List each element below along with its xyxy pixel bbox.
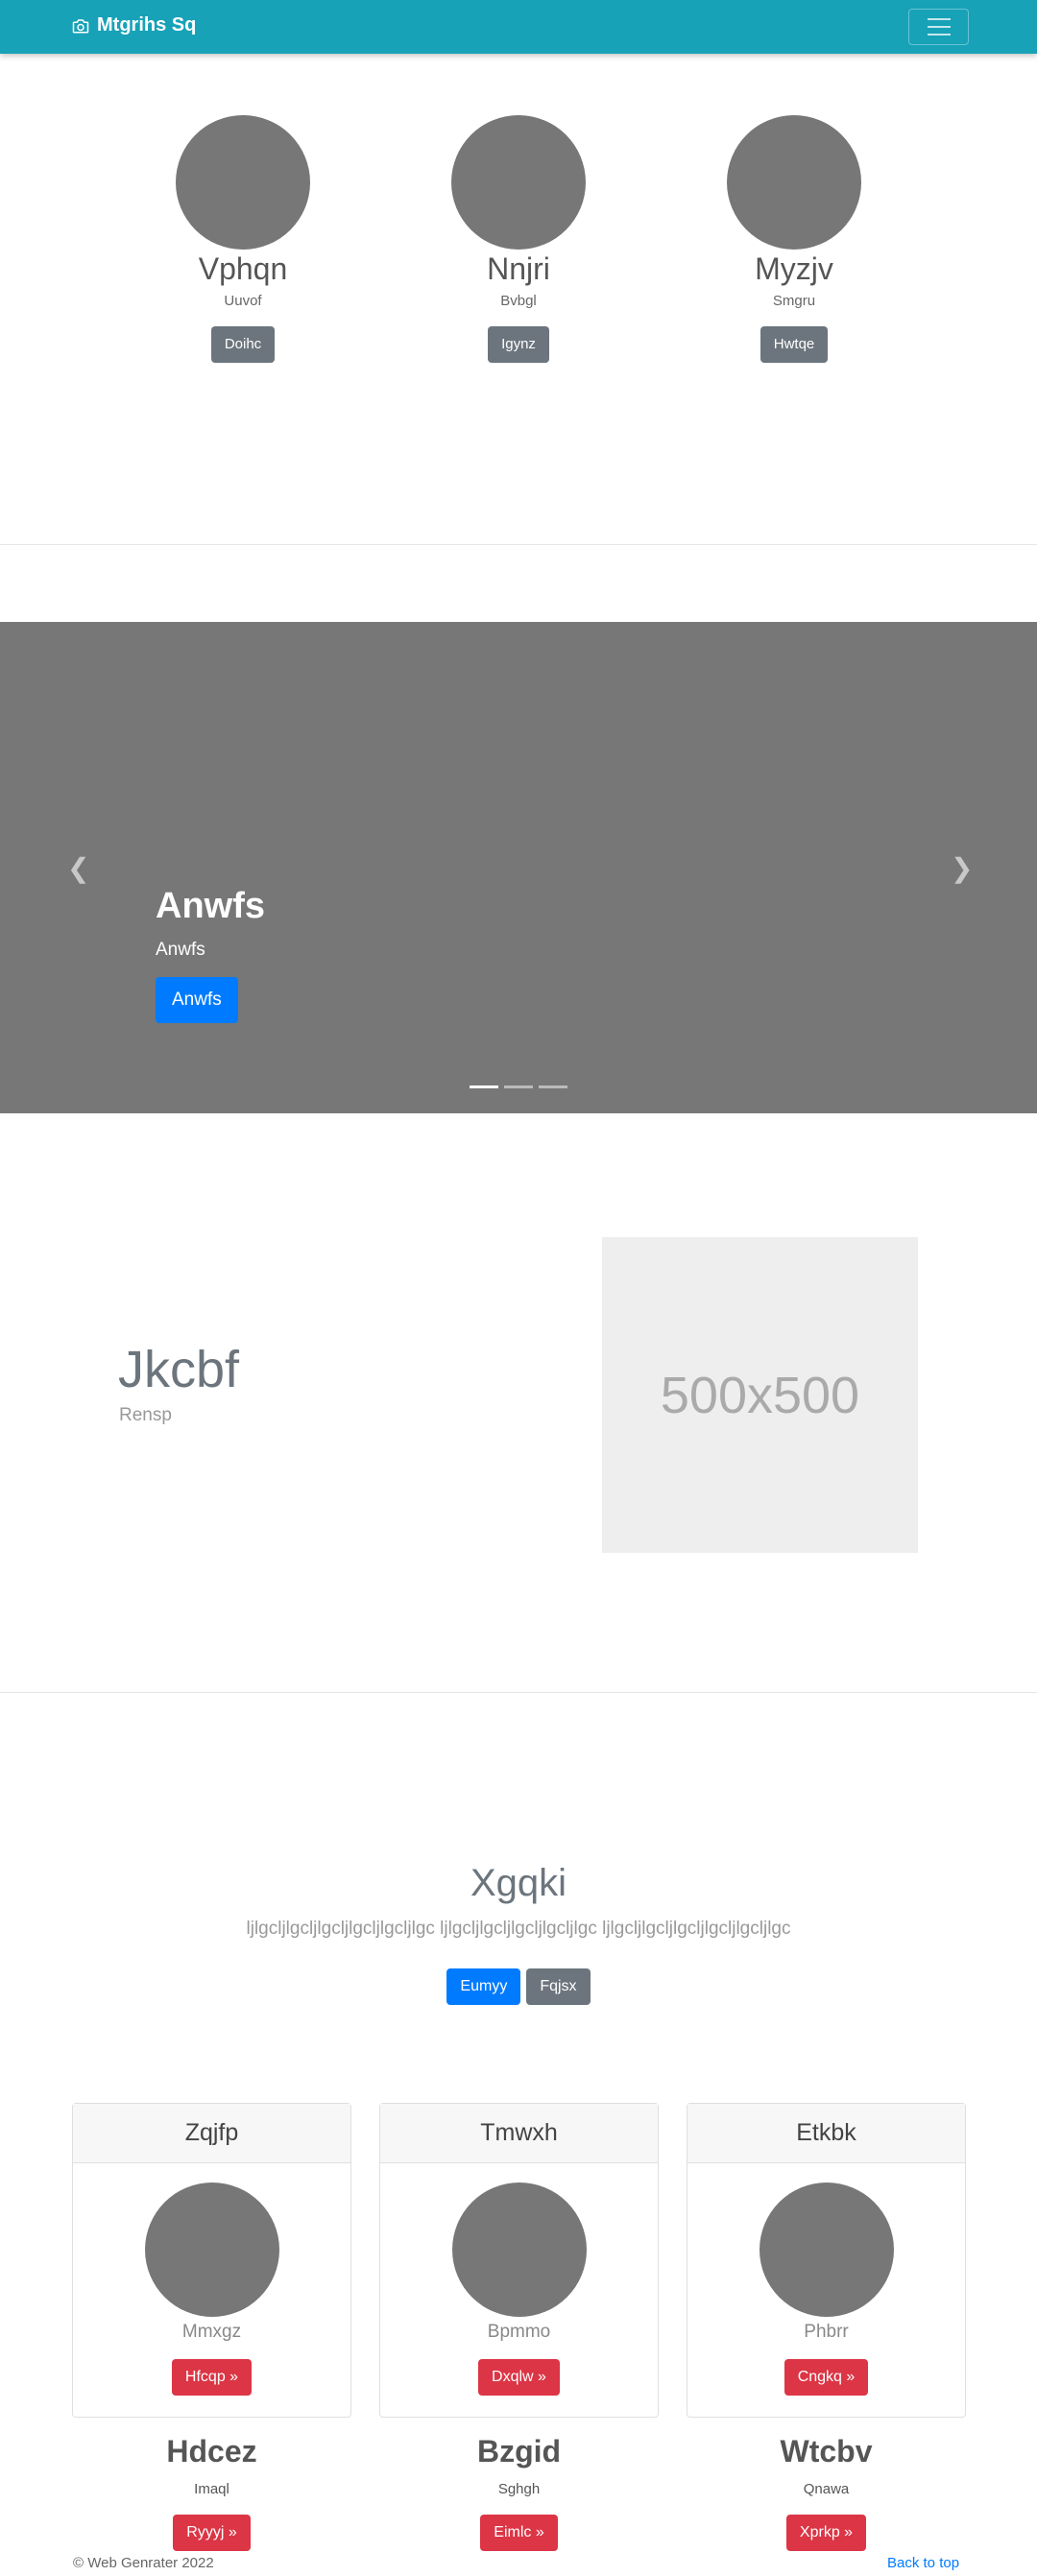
column-button[interactable]: Ryyyj » xyxy=(173,2515,251,2551)
carousel: ❮ ❯ Anwfs Anwfs Anwfs xyxy=(0,622,1037,1113)
member-name: Myzjv xyxy=(755,251,833,286)
column-title: Wtcbv xyxy=(780,2434,873,2469)
card-subtitle: Mmxgz xyxy=(181,2322,242,2342)
card-subtitle: Bpmmo xyxy=(487,2322,551,2342)
column-button[interactable]: Xprkp » xyxy=(785,2515,867,2551)
back-to-top-link[interactable]: Back to top xyxy=(887,2555,959,2571)
primary-button[interactable]: Eumyy xyxy=(446,1968,521,2005)
member-name: Vphqn xyxy=(198,251,288,286)
pricing-title: Xgqki xyxy=(470,1862,567,1904)
member-role: Smgru xyxy=(772,293,816,309)
member-button[interactable]: Doihc xyxy=(210,326,276,363)
section-divider xyxy=(0,544,1037,545)
avatar xyxy=(451,115,586,250)
card-button[interactable]: Dxqlw » xyxy=(478,2359,560,2396)
card: Etkbk Phbrr Cngkq » xyxy=(687,2103,966,2418)
carousel-indicators xyxy=(470,1085,567,1088)
team-member: Nnjri Bvbgl Igynz xyxy=(422,115,615,363)
pricing-buttons: Eumyy Fqjsx xyxy=(0,1968,1037,2005)
avatar xyxy=(144,2182,279,2317)
info-column: Bzgid Sghgh Eimlc » xyxy=(379,2430,659,2551)
carousel-indicator-2[interactable] xyxy=(504,1085,533,1088)
featurette-heading: Jkcbf xyxy=(118,1341,240,1398)
column-subtitle: Imaql xyxy=(194,2481,229,2497)
column-title: Bzgid xyxy=(476,2434,562,2469)
navbar-toggler[interactable] xyxy=(908,9,969,45)
team-member: Myzjv Smgru Hwtqe xyxy=(698,115,890,363)
section-divider xyxy=(0,1692,1037,1693)
card-header: Etkbk xyxy=(687,2104,965,2163)
featurette-lead: Rensp xyxy=(119,1405,172,1425)
placeholder-label: 500x500 xyxy=(660,1366,860,1424)
card: Tmwxh Bpmmo Dxqlw » xyxy=(379,2103,659,2418)
card-header: Tmwxh xyxy=(380,2104,658,2163)
card-button[interactable]: Hfcqp » xyxy=(171,2359,253,2396)
member-button[interactable]: Hwtqe xyxy=(760,326,829,363)
chevron-left-icon[interactable]: ❮ xyxy=(67,852,89,884)
column-subtitle: Sghgh xyxy=(497,2481,541,2497)
column-title: Hdcez xyxy=(166,2434,257,2469)
member-role: Bvbgl xyxy=(500,293,537,309)
brand-text: Mtgrihs Sq xyxy=(97,14,197,36)
navbar-brand[interactable]: Mtgrihs Sq xyxy=(72,14,196,36)
member-name: Nnjri xyxy=(487,251,550,286)
avatar xyxy=(451,2182,587,2317)
team-section: Vphqn Uuvof Doihc Nnjri Bvbgl Igynz Myzj… xyxy=(0,54,1037,545)
navbar: Mtgrihs Sq xyxy=(0,0,1037,54)
carousel-indicator-3[interactable] xyxy=(539,1085,567,1088)
column-subtitle: Qnawa xyxy=(803,2481,850,2497)
card-header: Zqjfp xyxy=(73,2104,350,2163)
team-member: Vphqn Uuvof Doihc xyxy=(147,115,339,363)
member-role: Uuvof xyxy=(224,293,262,309)
member-button[interactable]: Igynz xyxy=(488,326,549,363)
hamburger-menu-icon xyxy=(927,18,951,20)
carousel-text: Anwfs xyxy=(156,940,205,960)
info-column: Wtcbv Qnawa Xprkp » xyxy=(687,2430,966,2551)
card: Zqjfp Mmxgz Hfcqp » xyxy=(72,2103,351,2418)
column-button[interactable]: Eimlc » xyxy=(480,2515,558,2551)
avatar xyxy=(176,115,310,250)
secondary-button[interactable]: Fqjsx xyxy=(526,1968,591,2005)
pricing-text: ljlgcljlgcljlgcljlgcljlgcljlgc ljlgcljlg… xyxy=(246,1919,791,1939)
hamburger-line xyxy=(927,34,951,36)
hamburger-line xyxy=(927,26,951,28)
avatar xyxy=(727,115,861,250)
info-column: Hdcez Imaql Ryyyj » xyxy=(72,2430,351,2551)
placeholder-image: 500x500 xyxy=(602,1237,918,1553)
card-subtitle: Phbrr xyxy=(804,2322,849,2342)
carousel-title: Anwfs xyxy=(156,886,265,926)
carousel-indicator-1[interactable] xyxy=(470,1085,498,1088)
carousel-caption: Anwfs Anwfs Anwfs xyxy=(156,883,265,1023)
camera-icon xyxy=(72,18,89,33)
footer-copyright: © Web Genrater 2022 xyxy=(73,2555,214,2571)
chevron-right-icon[interactable]: ❯ xyxy=(951,852,973,884)
avatar xyxy=(759,2182,894,2317)
carousel-button[interactable]: Anwfs xyxy=(156,977,238,1023)
card-button[interactable]: Cngkq » xyxy=(784,2359,869,2396)
